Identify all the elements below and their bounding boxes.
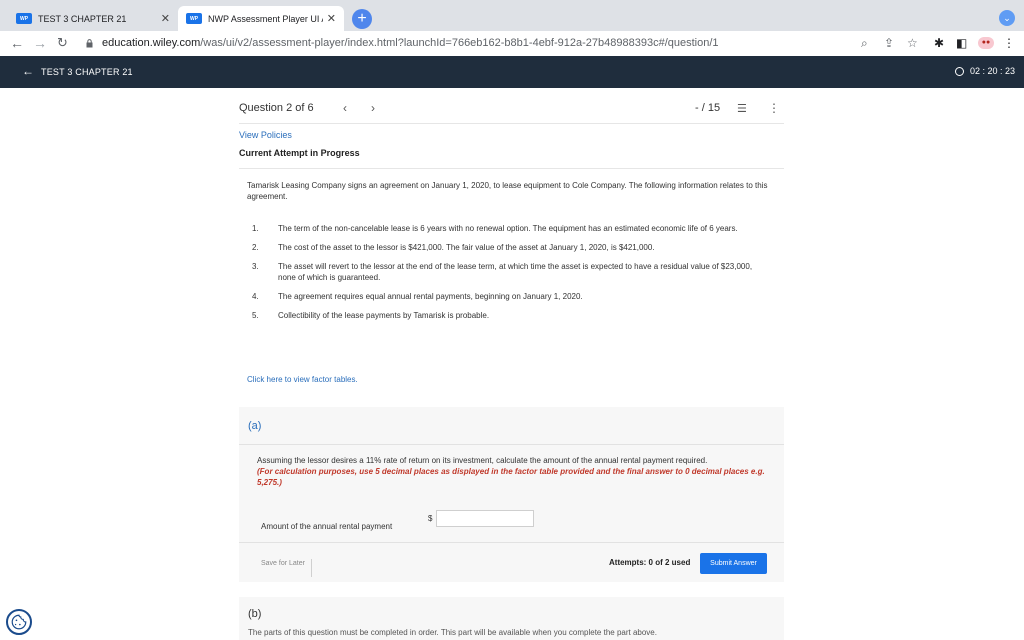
attempt-status: Current Attempt in Progress — [239, 148, 360, 158]
part-b-locked-message: The parts of this question must be compl… — [248, 628, 657, 637]
part-a-instructions: (For calculation purposes, use 5 decimal… — [257, 467, 765, 487]
browser-tab-strip: WP TEST 3 CHAPTER 21 ✕ WP NWP Assessment… — [0, 0, 1024, 31]
question-number: Question 2 of 6 — [239, 102, 314, 114]
divider — [239, 542, 784, 543]
browser-tab-test3[interactable]: WP TEST 3 CHAPTER 21 ✕ — [8, 6, 178, 31]
extensions-puzzle-icon[interactable]: ✱ — [934, 36, 944, 50]
problem-statement: Tamarisk Leasing Company signs an agreem… — [239, 168, 784, 393]
close-icon[interactable]: ✕ — [327, 12, 336, 25]
profile-avatar-icon[interactable]: ●● — [978, 37, 994, 49]
address-bar: ← → ↻ education.wiley.com/was/ui/v2/asse… — [0, 31, 1024, 56]
list-item: 4. The agreement requires equal annual r… — [252, 292, 583, 301]
new-tab-button[interactable]: + — [352, 9, 372, 29]
problem-items-list: 1. The term of the non-cancelable lease … — [247, 223, 772, 329]
question-score: - / 15 — [695, 102, 721, 114]
submit-answer-button[interactable]: Submit Answer — [700, 553, 767, 574]
timer-clock-icon — [954, 66, 964, 76]
cookie-settings-icon[interactable] — [6, 609, 32, 635]
currency-symbol: $ — [428, 514, 433, 523]
back-arrow-icon[interactable]: ← — [22, 64, 34, 78]
browser-menu-icon[interactable]: ⋮ — [1003, 36, 1015, 50]
save-for-later-button[interactable]: Save for Later — [261, 559, 312, 577]
amount-label: Amount of the annual rental payment — [261, 522, 393, 531]
list-item: 5. Collectibility of the lease payments … — [252, 311, 490, 320]
url-host: education.wiley.com — [102, 37, 201, 49]
assignment-title[interactable]: TEST 3 CHAPTER 21 — [41, 67, 133, 77]
question-header: Question 2 of 6 ‹ › - / 15 ☰ ⋮ — [239, 94, 784, 124]
url-field[interactable]: education.wiley.com/was/ui/v2/assessment… — [102, 37, 719, 49]
reload-icon[interactable]: ↻ — [57, 35, 68, 51]
list-item: 2. The cost of the asset to the lessor i… — [252, 243, 655, 252]
share-icon[interactable]: ⇪ — [884, 36, 894, 50]
view-policies-link[interactable]: View Policies — [239, 130, 292, 140]
bookmark-star-icon[interactable]: ☆ — [907, 36, 918, 50]
problem-intro: Tamarisk Leasing Company signs an agreem… — [247, 181, 768, 201]
annual-rental-payment-input[interactable] — [436, 510, 534, 527]
next-question-chevron-icon[interactable]: › — [371, 101, 375, 115]
back-arrow-icon[interactable]: ← — [10, 35, 24, 51]
wiley-plus-favicon-icon: WP — [186, 13, 202, 24]
tab-title: TEST 3 CHAPTER 21 — [38, 13, 127, 24]
part-a-panel: (a) Assuming the lessor desires a 11% ra… — [239, 407, 784, 582]
attempts-counter: Attempts: 0 of 2 used — [609, 558, 691, 567]
app-header: ← TEST 3 CHAPTER 21 02 : 20 : 23 — [0, 56, 1024, 88]
lock-icon — [86, 39, 93, 48]
part-a-label: (a) — [248, 420, 262, 432]
tab-search-chevron-icon[interactable]: ⌄ — [999, 10, 1015, 26]
part-a-prompt: Assuming the lessor desires a 11% rate o… — [257, 456, 708, 465]
zoom-icon[interactable]: ⌕ — [861, 36, 868, 51]
close-icon[interactable]: ✕ — [161, 12, 170, 25]
divider — [239, 444, 784, 445]
more-options-icon[interactable]: ⋮ — [768, 101, 780, 115]
question-list-icon[interactable]: ☰ — [737, 102, 747, 115]
part-b-label: (b) — [248, 608, 262, 620]
list-item: 1. The term of the non-cancelable lease … — [252, 224, 738, 233]
previous-question-chevron-icon[interactable]: ‹ — [343, 101, 347, 115]
factor-tables-link[interactable]: Click here to view factor tables. — [247, 375, 358, 384]
list-item: 3. The asset will revert to the lessor a… — [252, 262, 753, 282]
side-panel-icon[interactable]: ◧ — [956, 36, 967, 50]
browser-tab-assessment[interactable]: WP NWP Assessment Player UI Ap ✕ — [178, 6, 344, 31]
url-path: /was/ui/v2/assessment-player/index.html?… — [200, 37, 719, 49]
tab-title: NWP Assessment Player UI Ap — [208, 13, 323, 24]
timer-value: 02 : 20 : 23 — [969, 66, 1015, 76]
timer: 02 : 20 : 23 — [954, 66, 1015, 76]
wiley-plus-favicon-icon: WP — [16, 13, 32, 24]
forward-arrow-icon[interactable]: → — [33, 35, 47, 51]
part-b-panel: (b) The parts of this question must be c… — [239, 597, 784, 640]
